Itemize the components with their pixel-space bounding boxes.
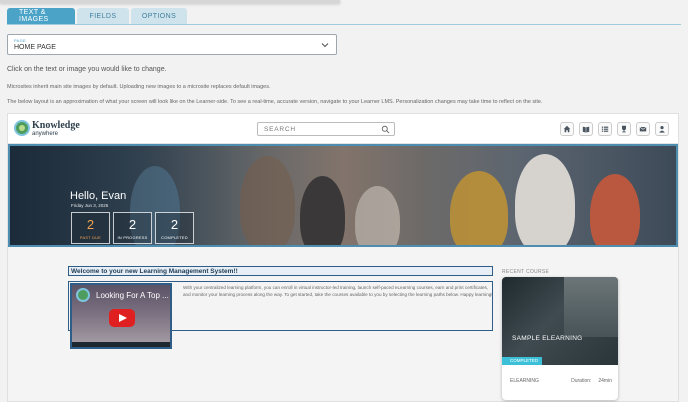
globe-logo-icon xyxy=(14,120,30,136)
status-badge: COMPLETED xyxy=(502,357,542,365)
video-channel-logo-icon xyxy=(76,288,90,302)
tab-bar: TEXT & IMAGES FIELDS OPTIONS xyxy=(7,8,187,24)
video-title: Looking For A Top ... xyxy=(96,291,169,300)
stat-label: PAST DUE xyxy=(79,235,102,240)
instruction-line-2: Microsites inherit main site images by d… xyxy=(7,84,271,90)
course-type: ELEARNING xyxy=(510,378,539,384)
stat-value: 2 xyxy=(86,217,95,232)
preview-header: Knowledge anywhere SEARCH xyxy=(8,114,678,144)
greeting-text: Hello, Evan xyxy=(70,190,127,202)
date-text: Friday Jun 3, 2025 xyxy=(71,203,109,208)
logo-text-sub: anywhere xyxy=(32,131,59,137)
logo-text-main: Knowledge xyxy=(32,120,80,131)
tab-fields[interactable]: FIELDS xyxy=(77,8,129,24)
course-image-monitor xyxy=(564,277,618,337)
instruction-line-1: Click on the text or image you would lik… xyxy=(7,66,167,73)
instruction-line-3: The below layout is an approximation of … xyxy=(7,99,543,105)
course-title: SAMPLE ELEARNING xyxy=(512,335,583,342)
chevron-down-icon xyxy=(321,43,329,48)
stat-past-due[interactable]: 2 PAST DUE xyxy=(71,212,110,244)
list-icon[interactable] xyxy=(598,122,612,136)
welcome-video[interactable]: Looking For A Top ... xyxy=(70,283,172,349)
search-icon[interactable] xyxy=(381,125,390,134)
course-image xyxy=(502,277,618,365)
search-placeholder: SEARCH xyxy=(264,126,296,133)
welcome-title: Welcome to your new Learning Management … xyxy=(71,268,238,275)
stat-in-progress[interactable]: 2 IN PROGRESS xyxy=(113,212,152,244)
welcome-title-box[interactable]: Welcome to your new Learning Management … xyxy=(68,266,493,276)
welcome-text: With your centralized learning platform,… xyxy=(183,285,493,297)
home-icon[interactable] xyxy=(560,122,574,136)
stat-completed[interactable]: 2 COMPLETED xyxy=(155,212,194,244)
header-icon-group xyxy=(560,122,669,136)
stat-value: 2 xyxy=(128,217,137,232)
recent-course-label: RECENT COURSE xyxy=(502,269,550,275)
learner-preview: Knowledge anywhere SEARCH Hello, Evan Fr… xyxy=(7,113,679,402)
course-meta: ELEARNING Duration: 24min xyxy=(510,378,612,384)
video-control-bar xyxy=(72,342,170,347)
stat-label: COMPLETED xyxy=(161,235,188,240)
tab-options[interactable]: OPTIONS xyxy=(131,8,187,24)
tab-text-images[interactable]: TEXT & IMAGES xyxy=(7,8,75,24)
welcome-banner[interactable]: Hello, Evan Friday Jun 3, 2025 2 PAST DU… xyxy=(8,144,678,247)
stat-value: 2 xyxy=(170,217,179,232)
duration-value: 24min xyxy=(598,378,612,384)
play-icon[interactable] xyxy=(109,309,135,327)
tab-divider xyxy=(7,24,681,25)
top-strip xyxy=(0,0,340,3)
book-icon[interactable] xyxy=(579,122,593,136)
duration-label: Duration: xyxy=(571,378,592,384)
course-duration: Duration: 24min xyxy=(571,378,612,384)
trophy-icon[interactable] xyxy=(617,122,631,136)
search-input[interactable]: SEARCH xyxy=(257,122,395,136)
page-select-value: HOME PAGE xyxy=(14,44,56,51)
page-select-label: PAGE xyxy=(14,38,27,43)
user-icon[interactable] xyxy=(655,122,669,136)
stat-label: IN PROGRESS xyxy=(117,235,148,240)
page-select[interactable]: PAGE HOME PAGE xyxy=(7,34,337,55)
mail-icon[interactable] xyxy=(636,122,650,136)
recent-course-card[interactable]: SAMPLE ELEARNING COMPLETED ELEARNING Dur… xyxy=(502,277,618,400)
